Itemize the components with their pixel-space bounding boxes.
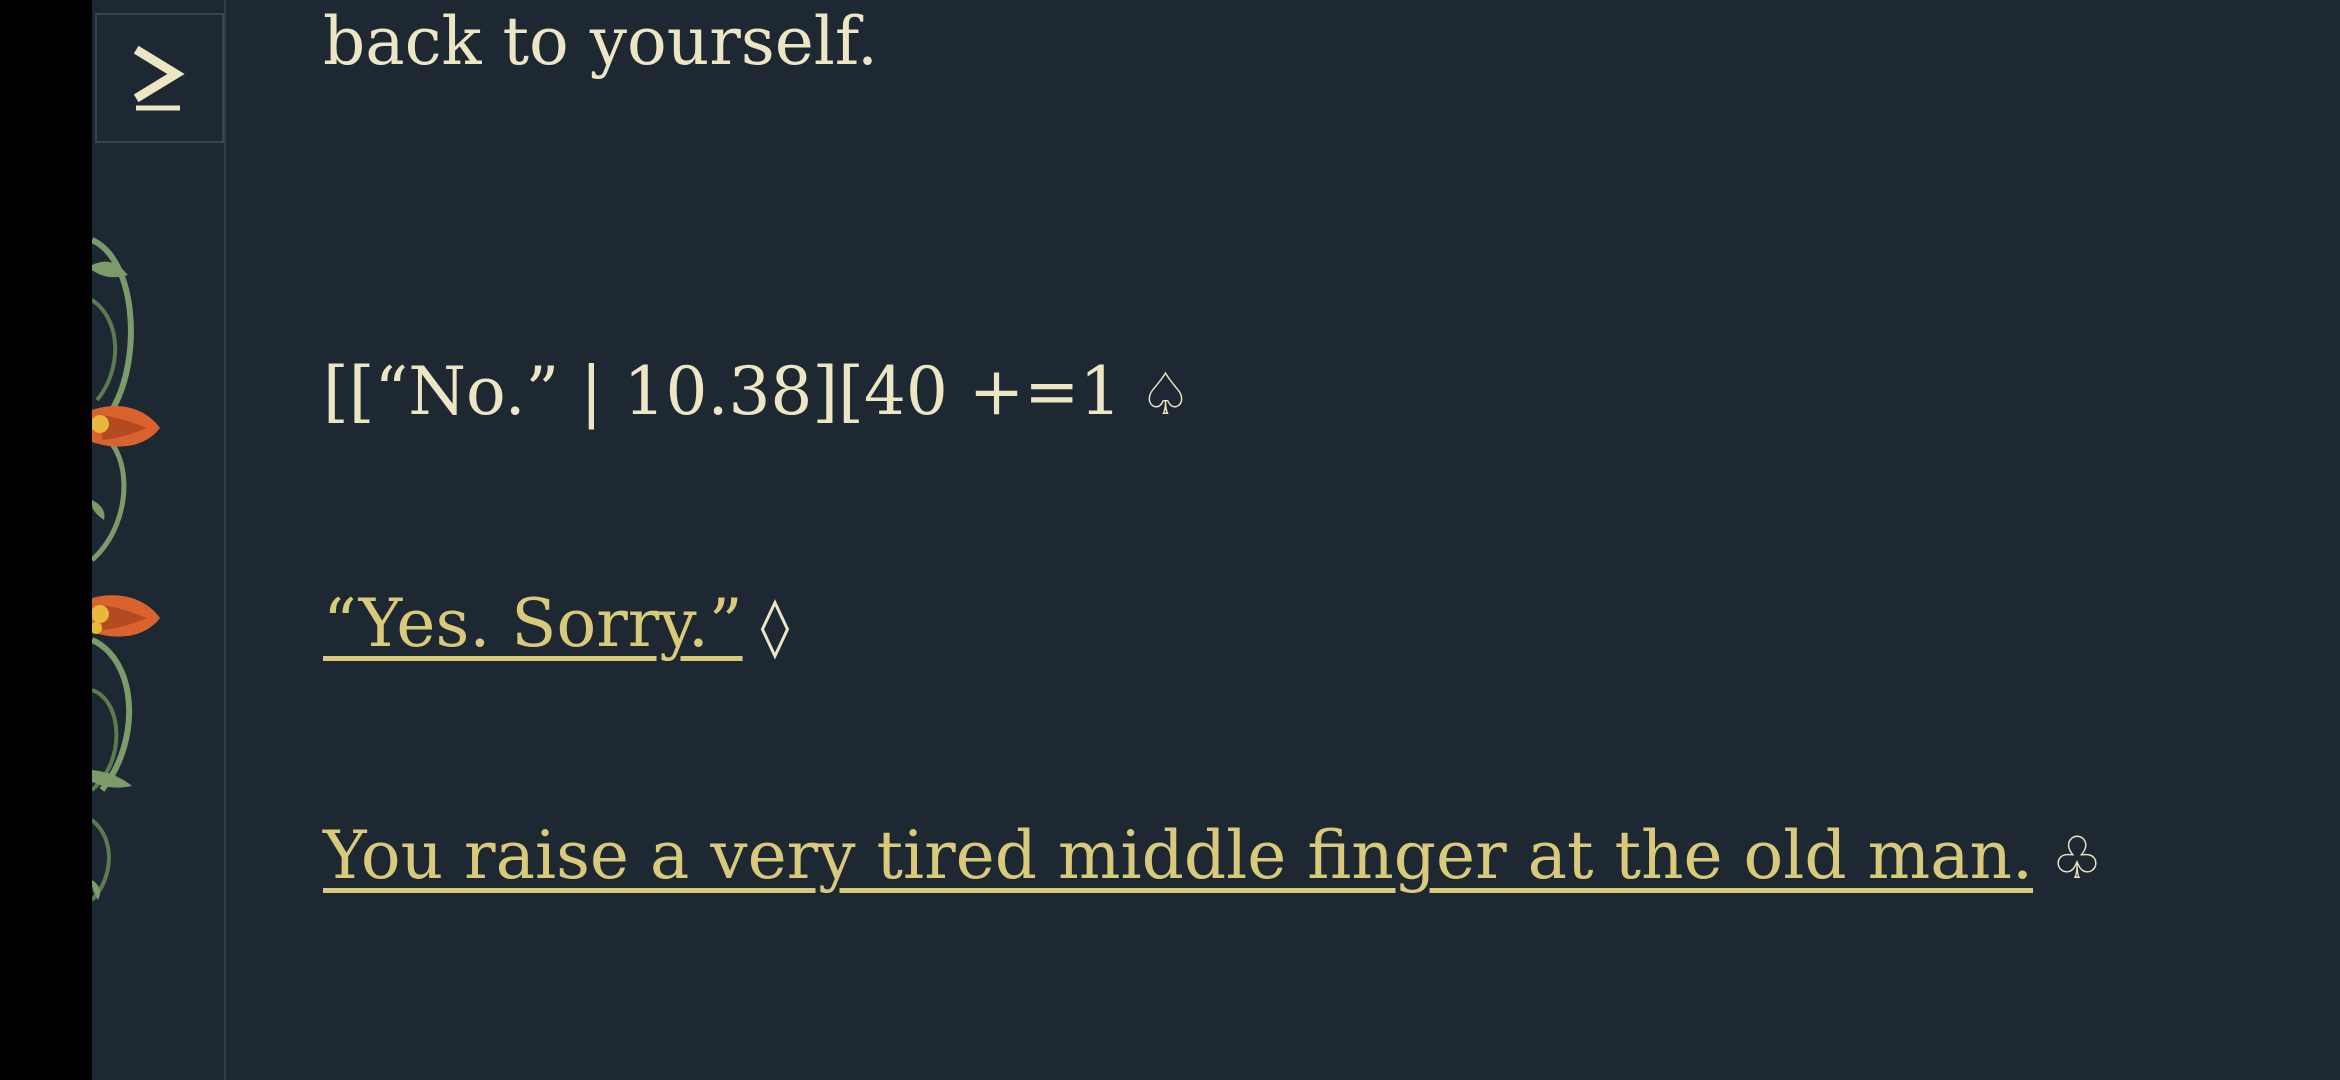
diamond-icon: ◊ xyxy=(760,592,790,660)
raw-link-markup: [[“No.” | 10.38][40 +=1 ♤ xyxy=(323,350,1191,436)
chevron-right-icon xyxy=(133,45,185,111)
raw-markup-text: [[“No.” | 10.38][40 +=1 xyxy=(323,353,1122,430)
sidebar-divider xyxy=(224,0,226,1080)
choice-link-middle-finger[interactable]: You raise a very tired middle finger at … xyxy=(323,817,2033,894)
decorative-ornament xyxy=(92,0,224,1080)
passage-text: back to yourself. xyxy=(323,3,878,80)
sidebar-toggle-button[interactable] xyxy=(95,13,224,143)
floral-vine-icon xyxy=(92,237,160,902)
club-icon: ♧ xyxy=(2051,824,2104,892)
choice-item: “Yes. Sorry.” ◊ xyxy=(323,582,789,668)
choice-link-yes-sorry[interactable]: “Yes. Sorry.” xyxy=(323,585,743,662)
spade-icon: ♤ xyxy=(1139,360,1192,428)
choice-item: You raise a very tired middle finger at … xyxy=(323,814,2103,900)
screen-edge-bar xyxy=(0,0,92,1080)
